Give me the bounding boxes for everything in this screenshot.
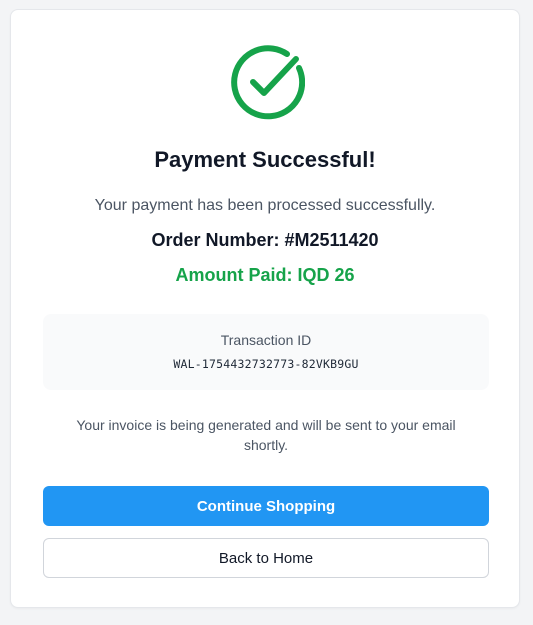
amount-paid: Amount Paid: IQD 26	[175, 265, 355, 285]
continue-shopping-button[interactable]: Continue Shopping	[43, 486, 489, 526]
check-circle-icon	[231, 45, 305, 120]
transaction-box: Transaction ID WAL-1754432732773-82VKB9G…	[43, 314, 489, 390]
invoice-message: Your invoice is being generated and will…	[76, 417, 456, 453]
back-to-home-button[interactable]: Back to Home	[43, 538, 489, 578]
payment-success-card: Payment Successful! Your payment has bee…	[10, 9, 520, 608]
transaction-id-label: Transaction ID	[220, 332, 312, 348]
order-number: Order Number: #M2511420	[151, 230, 379, 250]
success-message: Your payment has been processed successf…	[94, 197, 436, 214]
page-title: Payment Successful!	[154, 147, 376, 172]
transaction-id-value: WAL-1754432732773-82VKB9GU	[173, 357, 359, 371]
